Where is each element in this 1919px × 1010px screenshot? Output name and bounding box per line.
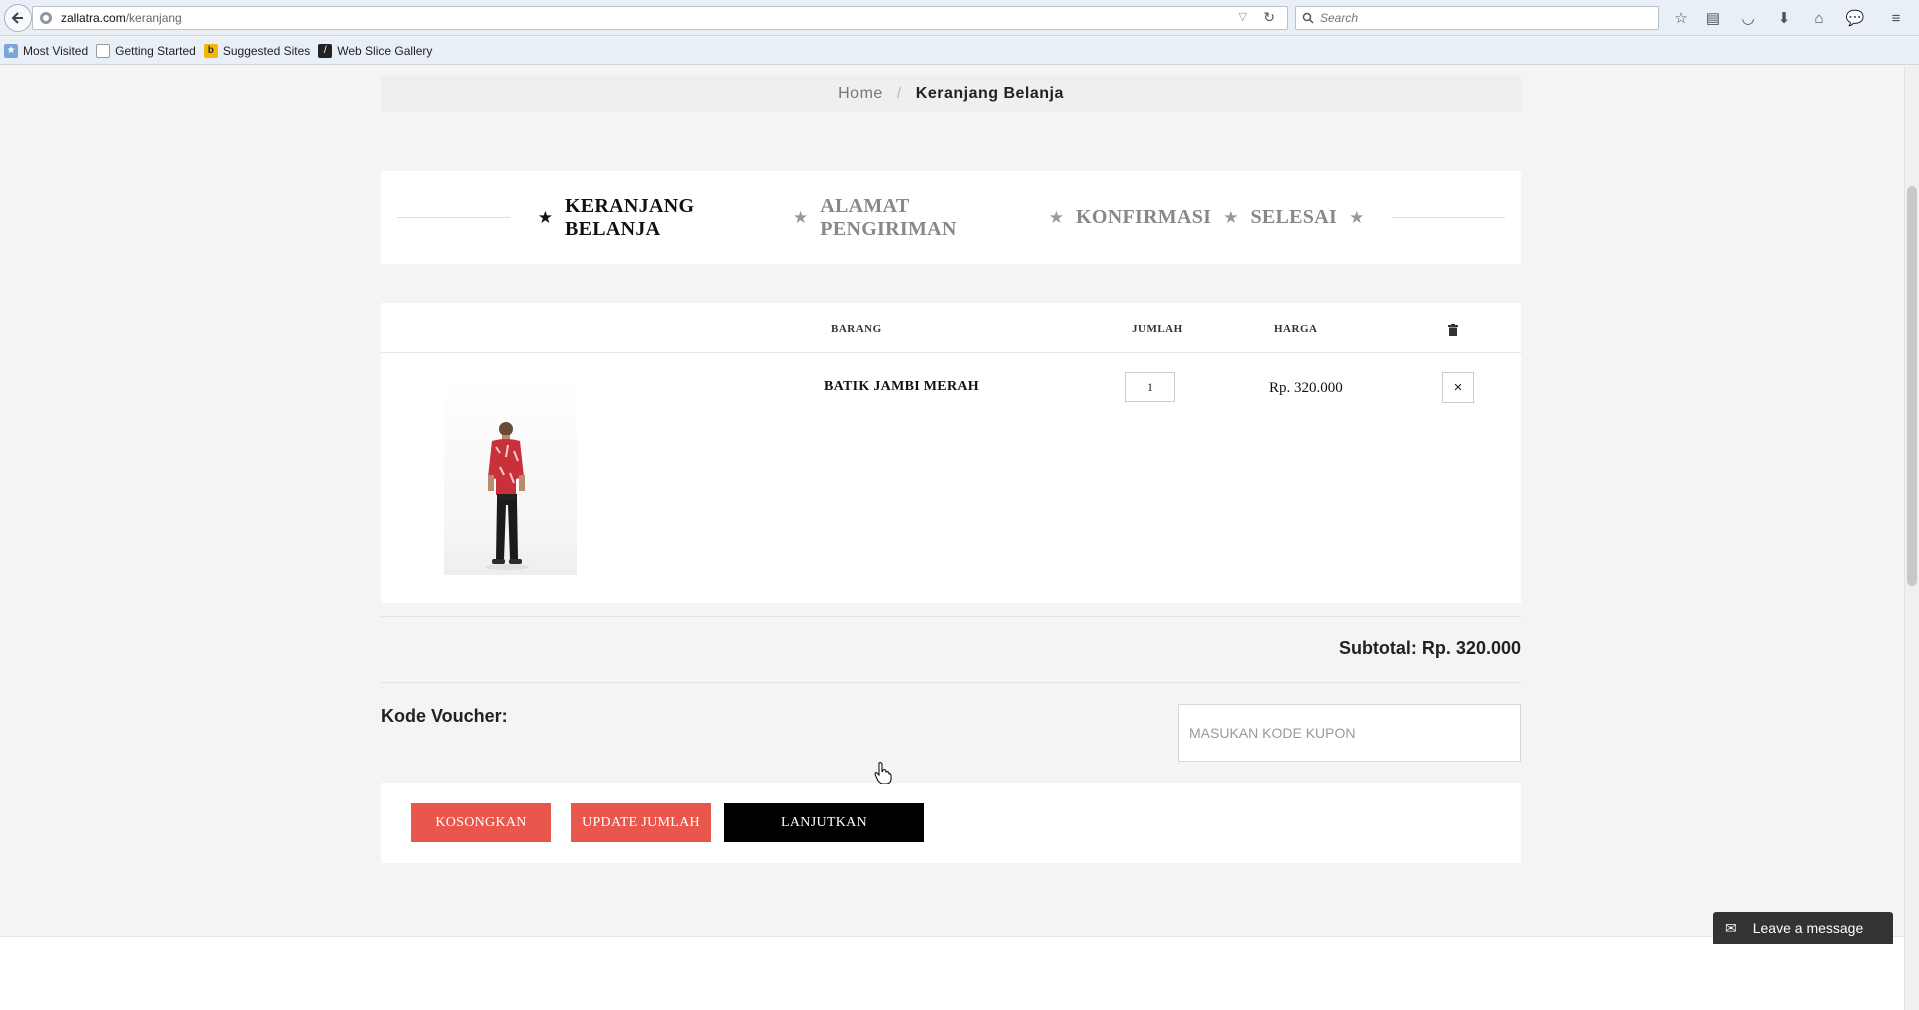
address-bar[interactable]: zallatra.com/keranjang ▽ ↻ bbox=[32, 6, 1288, 30]
cart-actions: KOSONGKAN UPDATE JUMLAH LANJUTKAN bbox=[381, 783, 1521, 863]
dropdown-icon[interactable]: ▽ bbox=[1239, 10, 1247, 23]
browser-toolbar: zallatra.com/keranjang ▽ ↻ ☆ ▤ ◡ ⬇ ⌂ 💬 ≡ bbox=[0, 0, 1919, 36]
most-visited-icon: ★ bbox=[4, 43, 18, 58]
step-confirmation: KONFIRMASI bbox=[1075, 206, 1212, 228]
search-icon bbox=[1302, 12, 1314, 24]
product-photo bbox=[485, 422, 529, 570]
bookmark-star-icon[interactable]: ☆ bbox=[1670, 8, 1692, 28]
product-image[interactable] bbox=[444, 377, 577, 575]
remove-item-button[interactable]: × bbox=[1442, 372, 1474, 403]
bookmarks-bar: ★ Most Visited Getting Started b Suggested… bbox=[0, 37, 1919, 65]
reading-list-icon[interactable]: ▤ bbox=[1702, 8, 1724, 28]
bookmark-most-visited[interactable]: ★ Most Visited bbox=[4, 43, 89, 58]
update-quantity-button[interactable]: UPDATE JUMLAH bbox=[571, 803, 711, 842]
bookmark-label: Suggested Sites bbox=[222, 43, 311, 58]
divider bbox=[381, 616, 1521, 617]
bookmark-label: Most Visited bbox=[23, 43, 89, 58]
header-item: BARANG bbox=[831, 323, 882, 335]
continue-button[interactable]: LANJUTKAN bbox=[724, 803, 924, 842]
step-done: SELESAI bbox=[1250, 206, 1338, 228]
breadcrumb-separator: / bbox=[896, 85, 902, 102]
envelope-icon: ✉ bbox=[1725, 919, 1737, 936]
url-host: zallatra.com bbox=[61, 11, 126, 25]
star-icon: ★ bbox=[537, 207, 553, 227]
page-icon bbox=[96, 43, 111, 58]
url-text: zallatra.com/keranjang bbox=[61, 11, 182, 25]
checkout-steps: ★ KERANJANG BELANJA ★ ALAMAT PENGIRIMAN … bbox=[381, 171, 1521, 264]
voucher-label: Kode Voucher: bbox=[381, 706, 508, 726]
breadcrumb: Home / Keranjang Belanja bbox=[381, 76, 1521, 112]
star-icon: ★ bbox=[1048, 207, 1064, 227]
home-icon[interactable]: ⌂ bbox=[1808, 8, 1830, 28]
voucher-input[interactable] bbox=[1178, 704, 1521, 762]
scrollbar-thumb[interactable] bbox=[1907, 186, 1917, 586]
search-input[interactable] bbox=[1320, 11, 1640, 25]
subtotal: Subtotal: Rp. 320.000 bbox=[1338, 638, 1521, 658]
downloads-icon[interactable]: ⬇ bbox=[1773, 8, 1795, 28]
site-info-icon[interactable] bbox=[39, 11, 53, 25]
breadcrumb-current: Keranjang Belanja bbox=[915, 85, 1064, 102]
bookmark-label: Web Slice Gallery bbox=[337, 43, 433, 58]
divider bbox=[381, 682, 1521, 683]
page-content: Home / Keranjang Belanja ★ KERANJANG BEL… bbox=[0, 66, 1904, 1010]
pocket-icon[interactable]: ◡ bbox=[1737, 8, 1759, 28]
bookmark-suggested-sites[interactable]: b Suggested Sites bbox=[203, 43, 311, 58]
cart-table: BARANG JUMLAH HARGA BATIK JAMBI MERAH R bbox=[381, 303, 1521, 603]
back-arrow-icon bbox=[11, 12, 23, 24]
step-shipping-address: ALAMAT PENGIRIMAN bbox=[820, 194, 957, 240]
bookmark-getting-started[interactable]: Getting Started bbox=[96, 43, 196, 58]
empty-cart-button[interactable]: KOSONGKAN bbox=[411, 803, 551, 842]
divider bbox=[397, 217, 510, 218]
hand-cursor-icon bbox=[874, 762, 892, 784]
close-icon: × bbox=[1453, 379, 1463, 396]
breadcrumb-home[interactable]: Home bbox=[838, 85, 883, 103]
leave-message-widget[interactable]: ✉ Leave a message bbox=[1713, 912, 1893, 944]
star-icon: ★ bbox=[1223, 207, 1239, 227]
chat-label: Leave a message bbox=[1752, 920, 1864, 936]
cart-header: BARANG JUMLAH HARGA bbox=[381, 303, 1521, 353]
footer bbox=[0, 936, 1904, 1010]
menu-icon[interactable]: ≡ bbox=[1885, 8, 1907, 28]
header-qty: JUMLAH bbox=[1132, 323, 1183, 335]
back-button[interactable] bbox=[4, 4, 32, 32]
bookmark-label: Getting Started bbox=[115, 43, 196, 58]
web-slice-icon: / bbox=[318, 43, 333, 58]
bookmark-web-slice-gallery[interactable]: / Web Slice Gallery bbox=[318, 43, 433, 58]
quantity-input[interactable] bbox=[1125, 372, 1175, 402]
reload-icon[interactable]: ↻ bbox=[1263, 9, 1275, 26]
step-cart: KERANJANG BELANJA bbox=[564, 194, 695, 240]
chat-bubble-icon[interactable]: 💬 bbox=[1844, 8, 1866, 28]
trash-icon bbox=[1448, 324, 1458, 336]
search-bar[interactable] bbox=[1295, 6, 1659, 30]
page-scrollbar[interactable] bbox=[1904, 66, 1919, 1010]
bing-icon: b bbox=[203, 43, 218, 58]
product-price: Rp. 320.000 bbox=[1269, 380, 1343, 396]
star-icon: ★ bbox=[793, 207, 809, 227]
star-icon: ★ bbox=[1349, 207, 1365, 227]
product-name[interactable]: BATIK JAMBI MERAH bbox=[824, 379, 979, 395]
divider bbox=[1392, 217, 1505, 218]
header-price: HARGA bbox=[1274, 323, 1318, 335]
url-path: /keranjang bbox=[125, 11, 182, 25]
